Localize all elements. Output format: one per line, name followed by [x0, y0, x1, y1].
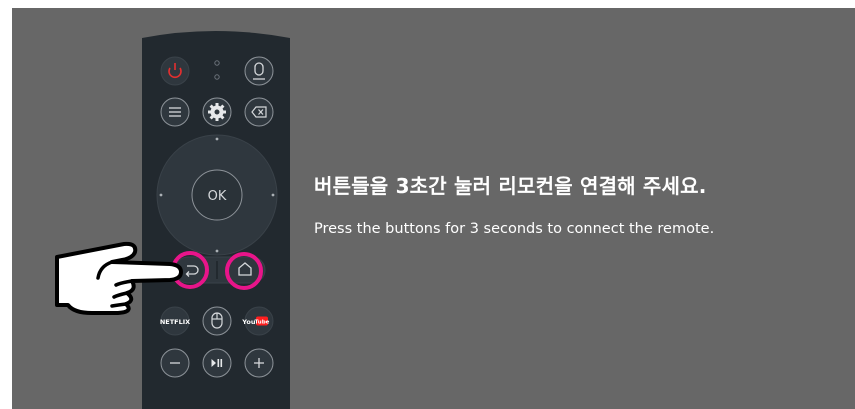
- menu-button[interactable]: [160, 97, 190, 127]
- backspace-button[interactable]: [244, 97, 274, 127]
- ok-button[interactable]: OK: [191, 169, 243, 221]
- mouse-button[interactable]: [202, 306, 232, 336]
- settings-icon: [208, 103, 226, 121]
- pairing-instruction-subtitle: Press the buttons for 3 seconds to conne…: [314, 221, 715, 237]
- pairing-instruction-title: 버튼들을 3초간 눌러 리모컨을 연결해 주세요.: [314, 174, 707, 198]
- settings-button[interactable]: [202, 97, 232, 127]
- volume-up-button[interactable]: [244, 348, 274, 378]
- play-pause-button[interactable]: [202, 348, 232, 378]
- power-button[interactable]: [160, 56, 190, 86]
- netflix-label: NETFLIX: [160, 318, 190, 326]
- ok-label: OK: [208, 189, 227, 204]
- youtube-label-tube: Tube: [255, 320, 270, 326]
- volume-down-button[interactable]: [160, 348, 190, 378]
- remote-illustration: OK NETFLIX You Tube: [55, 31, 290, 409]
- pairing-panel: OK NETFLIX You Tube 버튼들을 3초간 눌러 리모컨을 연결해…: [12, 8, 855, 409]
- assistant-button[interactable]: [244, 56, 274, 86]
- netflix-button[interactable]: NETFLIX: [160, 306, 190, 336]
